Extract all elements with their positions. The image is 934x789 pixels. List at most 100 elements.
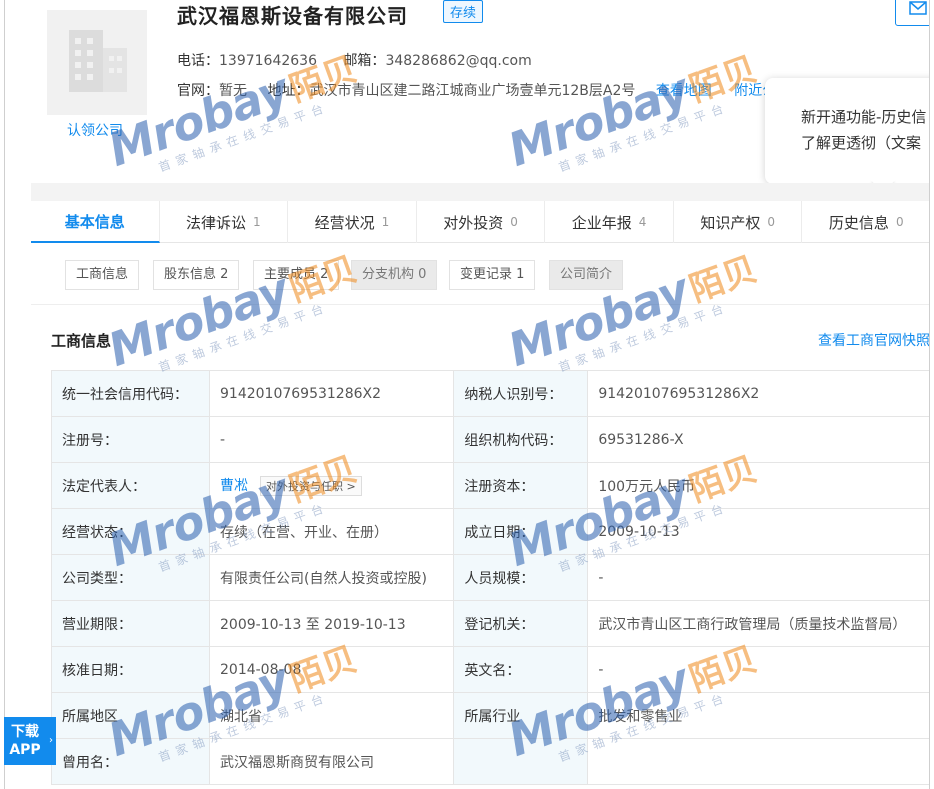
tab-label: 企业年报: [571, 213, 632, 232]
website-value: 暂无: [219, 83, 247, 99]
field-label: [453, 738, 589, 785]
investment-positions-button[interactable]: 对外投资与任职 >: [260, 476, 362, 496]
table-row: 核准日期： 2014-08-08 英文名： -: [51, 646, 929, 693]
message-button[interactable]: [895, 0, 929, 26]
table-row: 所属地区 湖北省 所属行业 批发和零售业: [51, 692, 929, 739]
field-label: 组织机构代码：: [453, 416, 589, 463]
field-value: 9142010769531286X2: [587, 370, 929, 417]
download-line-1: 下载: [11, 724, 39, 740]
tooltip-line-2: 了解更透彻（文案: [801, 134, 922, 152]
tab-annual-reports[interactable]: 企业年报 4: [545, 201, 674, 243]
feature-tooltip: 新开通功能-历史信 了解更透彻（文案: [765, 78, 929, 184]
table-row: 曾用名： 武汉福恩斯商贸有限公司: [51, 738, 929, 785]
tab-operations[interactable]: 经营状况 1: [288, 201, 417, 243]
tab-legal[interactable]: 法律诉讼 1: [160, 201, 289, 243]
field-label: 英文名：: [453, 646, 589, 693]
legal-rep-link[interactable]: 曹凇: [220, 478, 248, 494]
subtab-company-intro[interactable]: 公司简介: [549, 260, 624, 290]
building-icon: [69, 30, 127, 92]
company-detail-page: 认领公司 武汉福恩斯设备有限公司 存续 电话：13971642636 邮箱：34…: [4, 0, 930, 789]
tab-count: 4: [638, 215, 647, 229]
tooltip-line-1: 新开通功能-历史信: [801, 108, 927, 126]
sub-tab-bar: 工商信息 股东信息 2 主要成员 2 分支机构 0 变更记录 1 公司简介: [31, 243, 929, 305]
field-value: 武汉福恩斯商贸有限公司: [208, 738, 455, 785]
tab-count: 0: [895, 215, 904, 229]
phone-value: 13971642636: [219, 53, 317, 69]
chevron-right-icon[interactable]: ›: [46, 717, 56, 765]
tab-investments[interactable]: 对外投资 0: [417, 201, 546, 243]
field-value: 100万元人民币: [587, 462, 929, 509]
company-name: 武汉福恩斯设备有限公司: [177, 4, 408, 28]
table-row: 法定代表人： 曹凇 对外投资与任职 > 注册资本： 100万元人民币: [51, 462, 929, 509]
tab-label: 法律诉讼: [186, 213, 247, 232]
subtab-branches[interactable]: 分支机构 0: [351, 260, 438, 290]
field-value: 2009-10-13 至 2019-10-13: [208, 600, 455, 647]
field-value: 有限责任公司(自然人投资或控股): [208, 554, 455, 601]
field-label: 注册资本：: [453, 462, 589, 509]
field-label: 注册号：: [51, 416, 210, 463]
field-value: 69531286-X: [587, 416, 929, 463]
view-map-link[interactable]: 查看地图: [656, 83, 712, 99]
tab-label: 基本信息: [64, 212, 125, 231]
field-value: 湖北省: [208, 692, 455, 739]
status-badge: 存续: [443, 0, 484, 23]
field-label: 法定代表人：: [51, 462, 210, 509]
tab-history[interactable]: 历史信息 0: [802, 201, 929, 243]
field-label: 曾用名：: [51, 738, 210, 785]
field-label: 统一社会信用代码：: [51, 370, 210, 417]
table-row: 注册号： - 组织机构代码： 69531286-X: [51, 416, 929, 463]
contact-line: 电话：13971642636 邮箱：348286862@qq.com: [177, 50, 554, 70]
tab-label: 历史信息: [828, 213, 889, 232]
section-divider: [31, 183, 929, 201]
tab-label: 对外投资: [443, 213, 504, 232]
field-value: 2014-08-08: [208, 646, 455, 693]
field-label: 登记机关：: [453, 600, 589, 647]
download-app-button[interactable]: 下载 APP: [4, 717, 46, 765]
field-label: 公司类型：: [51, 554, 210, 601]
field-value: 9142010769531286X2: [208, 370, 455, 417]
section-title: 工商信息: [51, 332, 112, 350]
field-label: 经营状态：: [51, 508, 210, 555]
address-label: 地址：: [267, 83, 310, 99]
subtab-key-members[interactable]: 主要成员 2: [253, 260, 340, 290]
field-label: 核准日期：: [51, 646, 210, 693]
address-value: 武汉市青山区建二路江城商业广场壹单元12B层A2号: [309, 83, 636, 99]
field-label: 纳税人识别号：: [453, 370, 589, 417]
table-row: 经营状态： 存续（在营、开业、在册） 成立日期： 2009-10-13: [51, 508, 929, 555]
tab-ip[interactable]: 知识产权 0: [674, 201, 803, 243]
subtab-shareholders[interactable]: 股东信息 2: [153, 260, 240, 290]
tab-basic-info[interactable]: 基本信息: [31, 201, 160, 243]
download-line-2: APP: [9, 742, 41, 758]
phone-label: 电话：: [177, 53, 219, 69]
field-value: -: [587, 554, 929, 601]
main-tab-bar: 基本信息 法律诉讼 1 经营状况 1 对外投资 0 企业年报 4 知识产权 0 历史信息 0: [31, 201, 929, 243]
field-label: 人员规模：: [453, 554, 589, 601]
address-line: 官网：暂无 地址：武汉市青山区建二路江城商业广场壹单元12B层A2号 查看地图 …: [177, 80, 776, 100]
subtab-business-info[interactable]: 工商信息: [65, 260, 140, 290]
table-row: 统一社会信用代码： 9142010769531286X2 纳税人识别号： 914201…: [51, 370, 929, 417]
tab-count: 1: [381, 215, 390, 229]
field-value: 2009-10-13: [587, 508, 929, 555]
tab-label: 知识产权: [700, 213, 761, 232]
field-value: 曹凇 对外投资与任职 >: [208, 462, 455, 509]
tab-count: 0: [767, 215, 775, 229]
tab-count: 0: [510, 215, 518, 229]
claim-company-link[interactable]: 认领公司: [67, 120, 123, 140]
subtab-change-records[interactable]: 变更记录 1: [449, 260, 536, 290]
website-label: 官网：: [177, 83, 219, 99]
field-label: 营业期限：: [51, 600, 210, 647]
field-value: 存续（在营、开业、在册）: [208, 508, 455, 555]
envelope-icon: [909, 1, 927, 15]
business-info-table: 统一社会信用代码： 9142010769531286X2 纳税人识别号： 914201…: [51, 370, 929, 785]
table-row: 营业期限： 2009-10-13 至 2019-10-13 登记机关： 武汉市青山区工…: [51, 600, 929, 647]
field-label: 所属行业: [453, 692, 589, 739]
field-value: -: [208, 416, 455, 463]
field-value: [587, 738, 929, 785]
table-row: 公司类型： 有限责任公司(自然人投资或控股) 人员规模： -: [51, 554, 929, 601]
tab-label: 经营状况: [314, 213, 375, 232]
official-snapshot-link[interactable]: 查看工商官网快照: [818, 330, 929, 350]
field-value: 批发和零售业: [587, 692, 929, 739]
field-value: 武汉市青山区工商行政管理局（质量技术监督局）: [587, 600, 929, 647]
field-value: -: [587, 646, 929, 693]
tab-count: 1: [253, 215, 261, 229]
